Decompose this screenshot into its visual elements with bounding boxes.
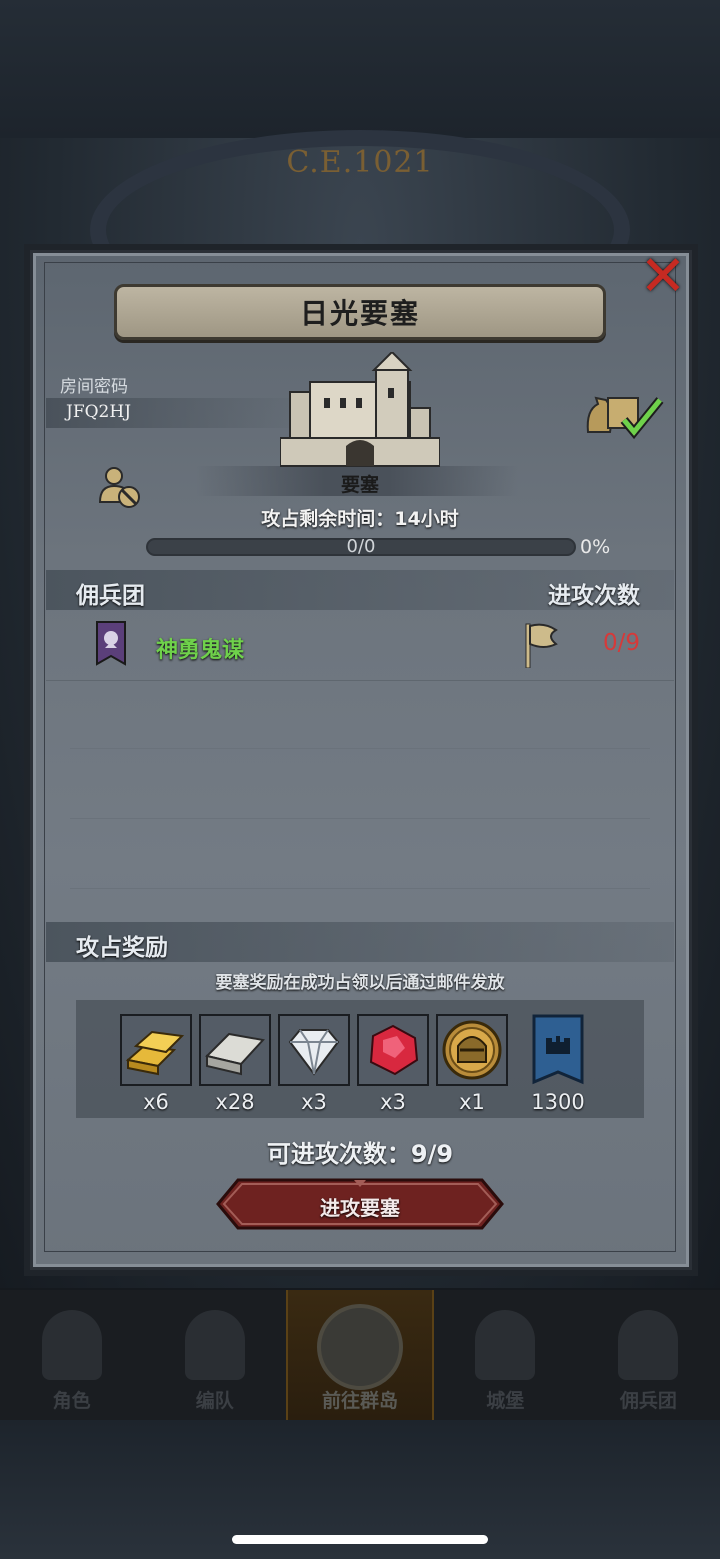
resource-ready-icon[interactable] [584,390,664,440]
compass-icon [317,1304,403,1390]
empty-slot-divider [70,748,650,749]
occupy-timer: 攻占剩余时间：14小时 [261,508,459,530]
attack-fortress-button[interactable]: 进攻要塞 [216,1192,504,1221]
close-button[interactable]: ✕ [636,244,690,309]
flag-icon [525,623,558,668]
nav-label: 城堡 [486,1390,525,1412]
nav-item-mercenary[interactable]: 佣兵团 [577,1290,720,1420]
dialog-title: 日光要塞 [299,297,420,330]
fortress-name: 要塞 [340,474,379,496]
reward-item-diamond[interactable] [278,1014,350,1086]
mercenary-name: 神勇鬼谋 [156,638,245,663]
person-blocked-icon[interactable] [96,466,144,510]
nav-label: 前往群岛 [322,1390,399,1412]
ruby-icon [369,1024,419,1076]
empty-slot-divider [70,888,650,889]
silver-bar-icon [205,1032,265,1076]
reward-item-ruby[interactable] [357,1014,429,1086]
reward-item-helmet-coin[interactable] [436,1014,508,1086]
helmet-icon [184,1310,245,1380]
bottom-nav: 角色 编队 前往群岛 城堡 佣兵团 [0,1290,720,1420]
close-icon: ✕ [639,244,687,309]
fortress-banner-icon[interactable] [530,1014,586,1086]
era-label: C.E.1021 [286,145,434,180]
mercenary-row[interactable] [46,614,674,681]
empty-slot-divider [70,818,650,819]
reward-qty: x6 [143,1090,169,1114]
remaining-attempts: 可进攻次数：9/9 [266,1140,454,1168]
room-code-value[interactable]: JFQ2HJ [66,402,131,422]
nav-item-character[interactable]: 角色 [0,1290,143,1420]
reward-item-gold[interactable] [120,1014,192,1086]
nav-label: 角色 [52,1390,91,1412]
knight-helmet-coin-icon [442,1020,502,1080]
ship-icon [618,1310,679,1380]
top-bar [0,0,720,138]
attack-count-header: 进攻次数 [548,583,640,609]
mercenary-header: 佣兵团 [76,583,145,609]
reward-header: 攻占奖励 [76,935,168,961]
reward-item-silver[interactable] [199,1014,271,1086]
progress-text: 0/0 [346,536,376,557]
reward-note: 要塞奖励在成功占领以后通过邮件发放 [215,973,505,993]
nav-item-castle[interactable]: 城堡 [434,1290,577,1420]
reward-qty: x1 [459,1090,485,1114]
nav-item-islands[interactable]: 前往群岛 [286,1290,434,1420]
reward-qty: 1300 [531,1090,585,1114]
reward-qty: x3 [301,1090,327,1114]
gold-bar-icon [125,1030,185,1076]
title-plaque: 日光要塞 [114,284,606,340]
guild-banner-icon [96,621,126,666]
reward-qty: x28 [215,1090,255,1114]
castle-icon [475,1310,536,1380]
diamond-icon [288,1029,340,1076]
knight-icon [41,1310,102,1380]
room-code-label: 房间密码 [60,377,128,397]
home-indicator[interactable] [232,1535,488,1544]
nav-item-formation[interactable]: 编队 [143,1290,286,1420]
reward-qty: x3 [380,1090,406,1114]
attack-count-value: 0/9 [603,630,641,656]
fortress-icon [280,352,440,467]
progress-percent: 0% [580,536,611,558]
nav-label: 佣兵团 [619,1390,677,1412]
nav-label: 编队 [195,1390,234,1412]
